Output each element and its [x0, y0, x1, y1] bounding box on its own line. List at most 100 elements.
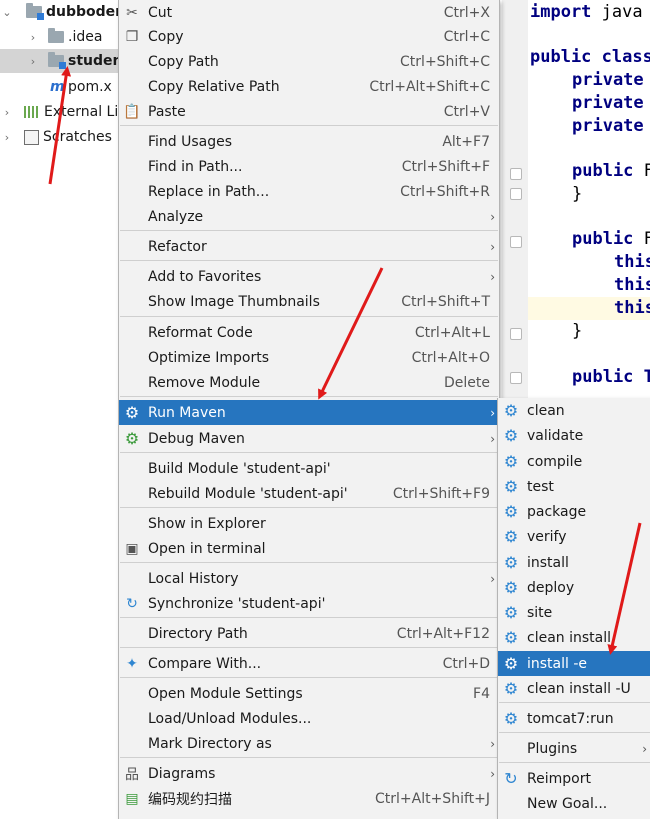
- submenu-arrow-icon: ›: [490, 269, 495, 284]
- submenu-arrow-icon: ›: [490, 405, 495, 420]
- menu-separator: [499, 702, 650, 703]
- menu-item-code-scan[interactable]: ▤ 编码规约扫描 Ctrl+Alt+Shift+J: [119, 786, 499, 811]
- menu-separator: [120, 316, 498, 317]
- maven-goal-compile[interactable]: ⚙ compile: [498, 449, 650, 474]
- tree-item-label: .idea: [68, 29, 103, 45]
- compare-icon: ✦: [126, 655, 138, 672]
- expand-arrow-icon[interactable]: ›: [26, 31, 40, 44]
- maven-gear-icon: ⚙: [503, 476, 519, 496]
- menu-item-mark-directory-as[interactable]: Mark Directory as ›: [119, 731, 499, 756]
- menu-item-synchronize[interactable]: ↻ Synchronize 'student-api': [119, 591, 499, 616]
- maven-goal-deploy[interactable]: ⚙ deploy: [498, 575, 650, 600]
- maven-goal-clean-install[interactable]: ⚙ clean install: [498, 625, 650, 650]
- menu-item-show-image-thumbnails[interactable]: Show Image Thumbnails Ctrl+Shift+T: [119, 289, 499, 314]
- menu-separator: [120, 230, 498, 231]
- module-folder-icon: [48, 52, 66, 69]
- maven-gear-icon: ⚙: [503, 501, 519, 521]
- menu-item-copy[interactable]: ❐ Copy Ctrl+C: [119, 24, 499, 49]
- menu-item-find-in-path[interactable]: Find in Path... Ctrl+Shift+F: [119, 154, 499, 179]
- maven-gear-icon: ⚙: [503, 602, 519, 622]
- maven-goal-clean-install-u[interactable]: ⚙ clean install -U: [498, 676, 650, 701]
- expand-arrow-icon[interactable]: ›: [0, 131, 14, 144]
- menu-item-refactor[interactable]: Refactor ›: [119, 234, 499, 259]
- menu-item-open-in-terminal[interactable]: ▣ Open in terminal: [119, 536, 499, 561]
- menu-separator: [120, 757, 498, 758]
- code-line: public F: [572, 161, 650, 181]
- maven-reimport[interactable]: ↻ Reimport: [498, 766, 650, 791]
- menu-item-show-in-explorer[interactable]: Show in Explorer: [119, 511, 499, 536]
- menu-item-cut[interactable]: ✂ Cut Ctrl+X: [119, 0, 499, 25]
- menu-item-add-to-favorites[interactable]: Add to Favorites ›: [119, 264, 499, 289]
- menu-item-reformat-code[interactable]: Reformat Code Ctrl+Alt+L: [119, 320, 499, 345]
- menu-item-diagrams[interactable]: 品 Diagrams ›: [119, 761, 499, 786]
- maven-goal-site[interactable]: ⚙ site: [498, 600, 650, 625]
- menu-item-remove-module[interactable]: Remove Module Delete: [119, 370, 499, 395]
- code-line: public F: [572, 229, 650, 249]
- menu-item-run-maven[interactable]: ⚙ Run Maven ›: [119, 400, 499, 425]
- fold-marker-icon[interactable]: [510, 188, 522, 200]
- maven-goal-install[interactable]: ⚙ install: [498, 550, 650, 575]
- menu-separator: [120, 617, 498, 618]
- menu-item-copy-relative-path[interactable]: Copy Relative Path Ctrl+Alt+Shift+C: [119, 74, 499, 99]
- menu-item-replace-in-path[interactable]: Replace in Path... Ctrl+Shift+R: [119, 179, 499, 204]
- maven-goal-package[interactable]: ⚙ package: [498, 499, 650, 524]
- scratches-icon: [24, 129, 39, 145]
- collapse-arrow-icon[interactable]: ⌄: [0, 6, 14, 19]
- module-folder-icon: [26, 3, 44, 20]
- menu-item-directory-path[interactable]: Directory Path Ctrl+Alt+F12: [119, 621, 499, 646]
- maven-goal-tomcat7-run[interactable]: ⚙ tomcat7:run: [498, 706, 650, 731]
- context-menu: ✂ Cut Ctrl+X ❐ Copy Ctrl+C Copy Path Ctr…: [118, 0, 500, 819]
- tree-item-label: Scratches: [43, 129, 112, 145]
- menu-item-debug-maven[interactable]: ⚙ Debug Maven ›: [119, 426, 499, 451]
- menu-item-find-usages[interactable]: Find Usages Alt+F7: [119, 129, 499, 154]
- menu-item-compare-with[interactable]: ✦ Compare With... Ctrl+D: [119, 651, 499, 676]
- maven-goal-clean[interactable]: ⚙ clean: [498, 398, 650, 423]
- tree-item-label: pom.x: [68, 79, 112, 95]
- copy-icon: ❐: [125, 28, 139, 45]
- maven-goal-verify[interactable]: ⚙ verify: [498, 524, 650, 549]
- submenu-arrow-icon: ›: [642, 741, 647, 756]
- menu-item-rebuild-module[interactable]: Rebuild Module 'student-api' Ctrl+Shift+…: [119, 481, 499, 506]
- fold-marker-icon[interactable]: [510, 236, 522, 248]
- maven-goal-test[interactable]: ⚙ test: [498, 474, 650, 499]
- terminal-icon: ▣: [125, 540, 139, 557]
- maven-plugins[interactable]: Plugins ›: [498, 736, 650, 761]
- maven-new-goal[interactable]: New Goal...: [498, 791, 650, 816]
- code-line: public class: [530, 47, 650, 67]
- menu-item-optimize-imports[interactable]: Optimize Imports Ctrl+Alt+O: [119, 345, 499, 370]
- menu-item-copy-path[interactable]: Copy Path Ctrl+Shift+C: [119, 49, 499, 74]
- maven-goal-install-e[interactable]: ⚙ install -e: [498, 651, 650, 676]
- menu-separator: [120, 647, 498, 648]
- maven-gear-icon: ⚙: [503, 451, 519, 471]
- fold-marker-icon[interactable]: [510, 372, 522, 384]
- menu-item-paste[interactable]: 📋 Paste Ctrl+V: [119, 99, 499, 124]
- menu-separator: [120, 452, 498, 453]
- menu-separator: [120, 260, 498, 261]
- code-line: }: [572, 321, 583, 341]
- maven-gear-icon: ⚙: [503, 708, 519, 728]
- menu-item-build-module[interactable]: Build Module 'student-api': [119, 456, 499, 481]
- menu-item-analyze[interactable]: Analyze ›: [119, 204, 499, 229]
- menu-separator: [499, 762, 650, 763]
- expand-arrow-icon[interactable]: ›: [26, 55, 40, 68]
- reimport-icon: ↻: [504, 769, 518, 788]
- menu-item-local-history[interactable]: Local History ›: [119, 566, 499, 591]
- tree-item-label: External Li: [44, 104, 119, 120]
- maven-goal-validate[interactable]: ⚙ validate: [498, 423, 650, 448]
- diagram-icon: 品: [125, 766, 139, 783]
- maven-gear-icon: ⚙: [503, 425, 519, 445]
- menu-separator: [499, 732, 650, 733]
- submenu-arrow-icon: ›: [490, 736, 495, 751]
- folder-icon: [48, 28, 64, 43]
- submenu-arrow-icon: ›: [490, 766, 495, 781]
- menu-item-load-unload-modules[interactable]: Load/Unload Modules...: [119, 706, 499, 731]
- maven-gear-icon: ⚙: [503, 552, 519, 572]
- expand-arrow-icon[interactable]: ›: [0, 106, 14, 119]
- fold-marker-icon[interactable]: [510, 328, 522, 340]
- menu-separator: [120, 125, 498, 126]
- menu-item-open-module-settings[interactable]: Open Module Settings F4: [119, 681, 499, 706]
- maven-gear-icon: ⚙: [503, 577, 519, 597]
- fold-marker-icon[interactable]: [510, 168, 522, 180]
- maven-gear-icon: ⚙: [124, 402, 140, 422]
- scissors-icon: ✂: [126, 4, 138, 21]
